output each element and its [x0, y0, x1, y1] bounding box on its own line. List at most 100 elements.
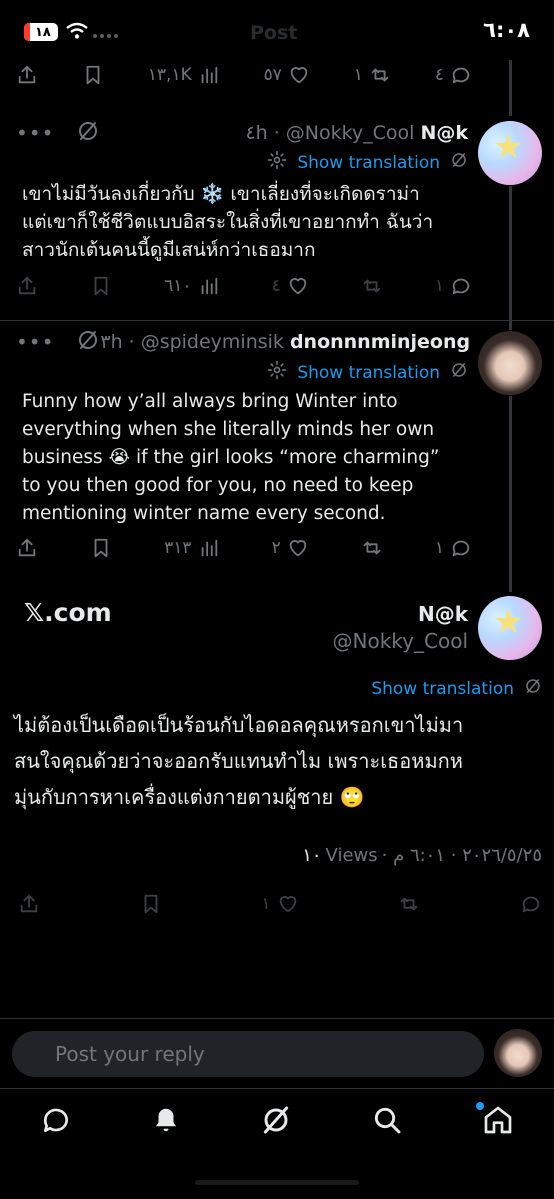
reply2-header: ••• ٣h · @spideyminsik dnonnnminjeong	[16, 328, 471, 356]
main-post-handle[interactable]: @Nokky_Cool	[333, 629, 468, 653]
like-button[interactable]: ٥٧	[264, 64, 310, 86]
tab-messages[interactable]	[40, 1104, 72, 1140]
tab-search[interactable]	[371, 1104, 403, 1140]
message-bubble-icon	[43, 1108, 68, 1132]
reply1-name[interactable]: N@k	[420, 122, 468, 144]
reply2-text: Funny how y’all always bring Winter into…	[22, 388, 472, 528]
show-translation-link[interactable]: Show translation	[297, 153, 440, 173]
reply2-avatar[interactable]	[478, 331, 542, 395]
bookmark-icon	[86, 65, 100, 85]
wifi-icon	[66, 22, 88, 44]
reply2-handle[interactable]: @spideyminsik	[141, 331, 284, 353]
my-avatar[interactable]	[494, 1029, 542, 1077]
clock: ٦:٠٨	[483, 18, 530, 42]
main-post-avatar[interactable]: ★	[478, 596, 542, 660]
views-chart-icon	[201, 66, 217, 84]
show-translation-link[interactable]: Show translation	[371, 679, 514, 699]
repost-button[interactable]: ١	[354, 64, 391, 86]
tab-bar-divider	[0, 1088, 554, 1089]
signal-dots-icon	[93, 34, 118, 38]
reply2-actions: ٣١٣ ٢ ١	[16, 533, 472, 563]
reply2-time: ٣h	[100, 331, 123, 353]
reply1-handle[interactable]: @Nokky_Cool	[286, 122, 415, 144]
share-button[interactable]	[18, 893, 40, 915]
reply-bubble-icon	[452, 278, 470, 295]
text-line: Funny how y’all always bring Winter into	[22, 391, 398, 412]
share-icon	[20, 894, 38, 913]
reply-button[interactable]: ١	[435, 275, 472, 297]
bottom-tab-bar	[0, 1100, 554, 1144]
share-icon	[18, 276, 36, 295]
grok-small-icon[interactable]	[450, 151, 468, 174]
views-chart-icon	[201, 277, 217, 295]
repost-button[interactable]	[361, 275, 383, 297]
bookmark-icon	[94, 276, 108, 296]
heart-icon	[279, 896, 296, 913]
reply1-text: เขาไม่มีวันลงเกี่ยวกับ ❄️ เขาเลี่ยงที่จะ…	[22, 180, 472, 264]
more-options-icon[interactable]: •••	[16, 121, 54, 145]
share-button[interactable]	[16, 537, 38, 559]
heart-icon	[289, 540, 306, 557]
reply-button[interactable]	[520, 893, 542, 915]
grok-icon	[263, 1106, 289, 1134]
repost-icon	[401, 897, 418, 911]
main-post-meta: ١٠ Views ٢٠٢٦/٥/٢٥ · ٦:٠١ م ·	[302, 845, 542, 866]
more-options-icon[interactable]: •••	[16, 330, 54, 354]
bookmark-button[interactable]	[82, 64, 104, 86]
reply2-name[interactable]: dnonnnminjeong	[290, 331, 470, 353]
views-button[interactable]: ٦١٠	[164, 275, 219, 297]
tab-grok[interactable]	[260, 1104, 292, 1140]
show-translation-link[interactable]: Show translation	[297, 363, 440, 383]
header-title-ghost: Post	[250, 22, 298, 44]
views-count: ١٣,١K	[147, 65, 192, 85]
views-chart-icon	[201, 539, 217, 557]
divider	[0, 320, 554, 321]
grok-icon[interactable]	[76, 328, 100, 356]
views-button[interactable]: ١٣,١K	[148, 64, 220, 86]
tab-home[interactable]	[476, 1102, 514, 1140]
reply-bubble-icon	[452, 540, 470, 557]
reply1-avatar[interactable]: ★	[478, 121, 542, 185]
reply-button[interactable]: ١	[435, 537, 472, 559]
reply-count: ١	[434, 276, 444, 296]
main-post-translation-row[interactable]: Show translation	[371, 677, 542, 700]
grok-small-icon[interactable]	[450, 361, 468, 384]
bookmark-button[interactable]	[90, 275, 112, 297]
home-indicator	[195, 1180, 359, 1185]
reply-bubble-icon	[452, 67, 470, 84]
bookmark-button[interactable]	[140, 893, 162, 915]
views-button[interactable]: ٣١٣	[164, 537, 219, 559]
views-label: Views	[325, 845, 378, 866]
status-bar: ١٨ Post ٦:٠٨	[0, 0, 554, 58]
settings-gear-icon[interactable]	[267, 150, 287, 175]
reply1-time: ٤h	[245, 122, 268, 144]
text-line: business 😭 if the girl looks “more charm…	[22, 447, 440, 468]
repost-button[interactable]	[361, 537, 383, 559]
like-button[interactable]: ٢	[272, 537, 309, 559]
views-count: ١٠	[302, 845, 322, 866]
like-button[interactable]: ١	[261, 893, 298, 915]
repost-icon	[371, 68, 389, 82]
grok-small-icon[interactable]	[524, 677, 542, 700]
reply-bubble-icon	[522, 896, 540, 913]
main-post-name[interactable]: N@k	[418, 602, 468, 626]
settings-gear-icon[interactable]	[267, 360, 287, 385]
reply-button[interactable]: ٤	[435, 64, 472, 86]
text-line: สาวนักเต้นคนนี้ดูมีเสน่ห์กว่าเธอมาก	[22, 239, 316, 261]
reply1-translation-row[interactable]: Show translation	[267, 150, 468, 175]
star-face-icon: ★	[493, 127, 524, 167]
text-line: mentioning winter name every second.	[22, 503, 386, 524]
like-button[interactable]: ٤	[272, 275, 309, 297]
reply2-translation-row[interactable]: Show translation	[267, 360, 468, 385]
like-count: ١	[261, 894, 271, 914]
like-count: ٥٧	[263, 65, 282, 85]
views-count: ٦١٠	[164, 276, 192, 296]
reply-input[interactable]: Post your reply	[12, 1031, 484, 1077]
tab-notifications[interactable]	[151, 1104, 181, 1140]
repost-button[interactable]	[398, 893, 420, 915]
bookmark-button[interactable]	[90, 537, 112, 559]
main-post-actions: ١	[18, 889, 542, 919]
share-button[interactable]	[16, 275, 38, 297]
share-button[interactable]	[16, 64, 38, 86]
grok-icon[interactable]	[76, 119, 100, 147]
